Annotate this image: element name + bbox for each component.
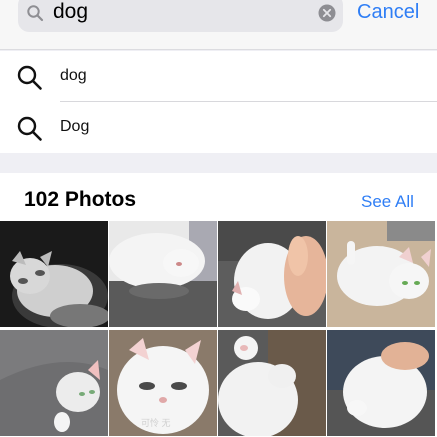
- photo-thumbnail[interactable]: [0, 330, 108, 436]
- section-gap: [0, 153, 437, 173]
- magnifier-icon: [27, 5, 44, 22]
- photo-caption: 可怜 无: [141, 418, 171, 428]
- photo-grid: 可怜 无: [0, 221, 437, 437]
- photo-thumbnail[interactable]: [0, 221, 108, 327]
- photo-thumbnail[interactable]: 可怜 无: [109, 330, 217, 436]
- photo-thumbnail[interactable]: [327, 330, 435, 436]
- cancel-button[interactable]: Cancel: [357, 0, 419, 24]
- clear-icon[interactable]: [318, 4, 336, 22]
- search-bar-area: dog Cancel: [0, 0, 437, 50]
- suggestion-list: dog Dog: [0, 51, 437, 153]
- search-field[interactable]: dog: [18, 0, 343, 32]
- search-suggestion-icon: [17, 116, 42, 141]
- suggestion-label: dog: [60, 67, 87, 84]
- photo-thumbnail[interactable]: [218, 330, 326, 436]
- photo-thumbnail[interactable]: [109, 221, 217, 327]
- photos-header: 102 Photos See All: [0, 173, 437, 221]
- search-suggestion-icon: [17, 65, 42, 90]
- see-all-button[interactable]: See All: [361, 191, 414, 213]
- photos-count-title: 102 Photos: [24, 188, 137, 211]
- photo-thumbnail[interactable]: [327, 221, 435, 327]
- search-query-text[interactable]: dog: [53, 0, 88, 25]
- suggestion-label: Dog: [60, 118, 90, 135]
- suggestion-item[interactable]: dog: [0, 51, 437, 102]
- photo-thumbnail[interactable]: [218, 221, 326, 327]
- suggestion-item[interactable]: Dog: [0, 102, 437, 153]
